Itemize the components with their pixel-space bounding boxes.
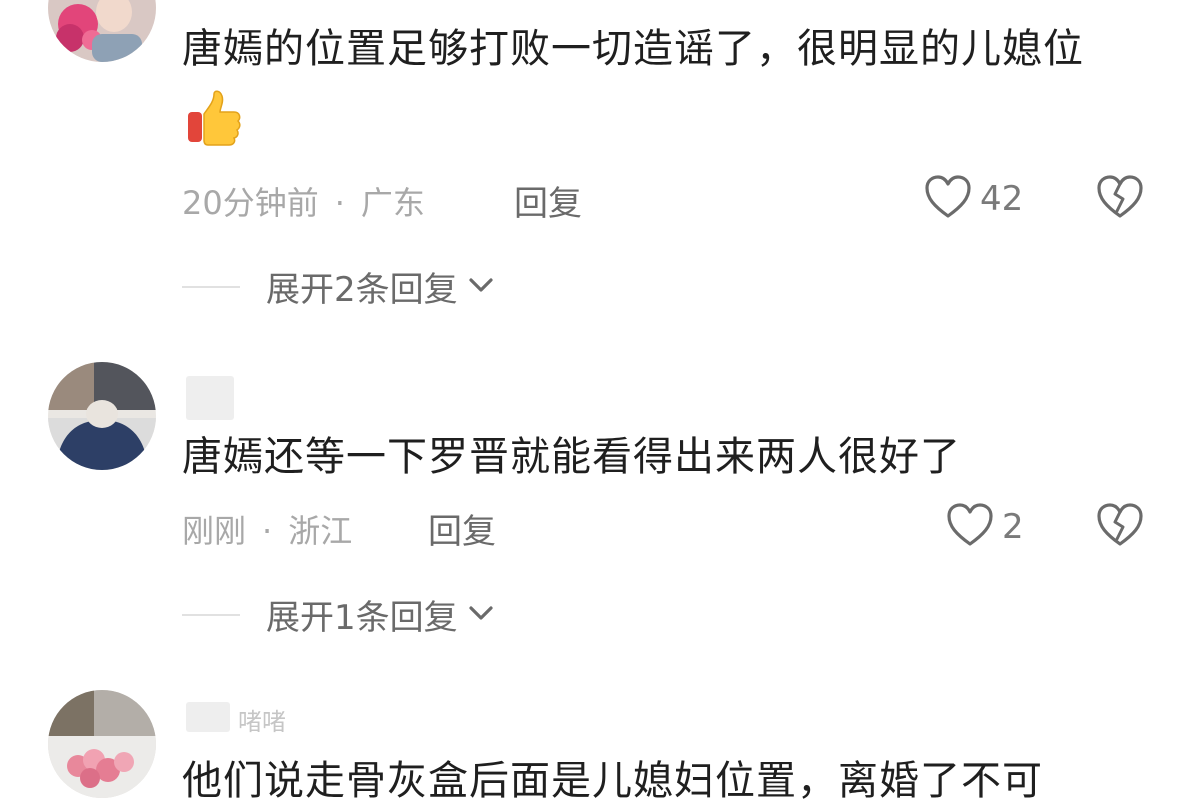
avatar[interactable] [48, 362, 156, 470]
like-button[interactable]: 2 [946, 502, 1024, 552]
comment-text: 唐嫣的位置足够打败一切造谣了，很明显的儿媳位 [182, 12, 1142, 172]
expand-replies-label: 展开2条回复 [266, 270, 458, 310]
broken-heart-icon [1096, 175, 1144, 224]
thumbs-up-icon [184, 88, 244, 172]
meta-separator: · [334, 184, 345, 222]
comment-feed: 唐嫣的位置足够打败一切造谣了，很明显的儿媳位 20分钟前 · 广东 回复 42 展开… [0, 0, 1198, 811]
timestamp: 20分钟前 [182, 184, 319, 222]
comment-text: 唐嫣还等一下罗晋就能看得出来两人很好了 [182, 434, 961, 480]
broken-heart-icon [1096, 503, 1144, 552]
heart-icon [924, 174, 972, 224]
reply-button[interactable]: 回复 [428, 504, 496, 553]
divider-line [182, 613, 240, 616]
reply-button[interactable]: 回复 [514, 176, 582, 225]
comment-meta: 刚刚 · 浙江 [182, 506, 352, 552]
username-redacted [186, 702, 230, 732]
expand-replies[interactable]: 展开2条回复 [182, 262, 496, 311]
location: 浙江 [288, 512, 353, 550]
comment-meta: 20分钟前 · 广东 [182, 178, 425, 224]
username: 啫啫 [238, 708, 286, 736]
expand-replies-label: 展开1条回复 [266, 598, 458, 638]
like-count: 2 [1002, 507, 1024, 547]
timestamp: 刚刚 [182, 512, 247, 550]
heart-icon [946, 502, 994, 552]
like-count: 42 [980, 179, 1024, 219]
avatar[interactable] [48, 0, 156, 62]
avatar[interactable] [48, 690, 156, 798]
dislike-button[interactable] [1096, 502, 1144, 552]
location: 广东 [360, 184, 425, 222]
dislike-button[interactable] [1096, 174, 1144, 224]
chevron-down-icon [466, 275, 496, 299]
divider-line [182, 285, 240, 288]
username-redacted [186, 376, 234, 420]
comment-text: 他们说走骨灰盒后面是儿媳妇位置，离婚了不可 [182, 758, 1043, 804]
expand-replies[interactable]: 展开1条回复 [182, 590, 496, 639]
chevron-down-icon [466, 603, 496, 627]
like-button[interactable]: 42 [924, 174, 1023, 224]
meta-separator: · [262, 512, 273, 550]
